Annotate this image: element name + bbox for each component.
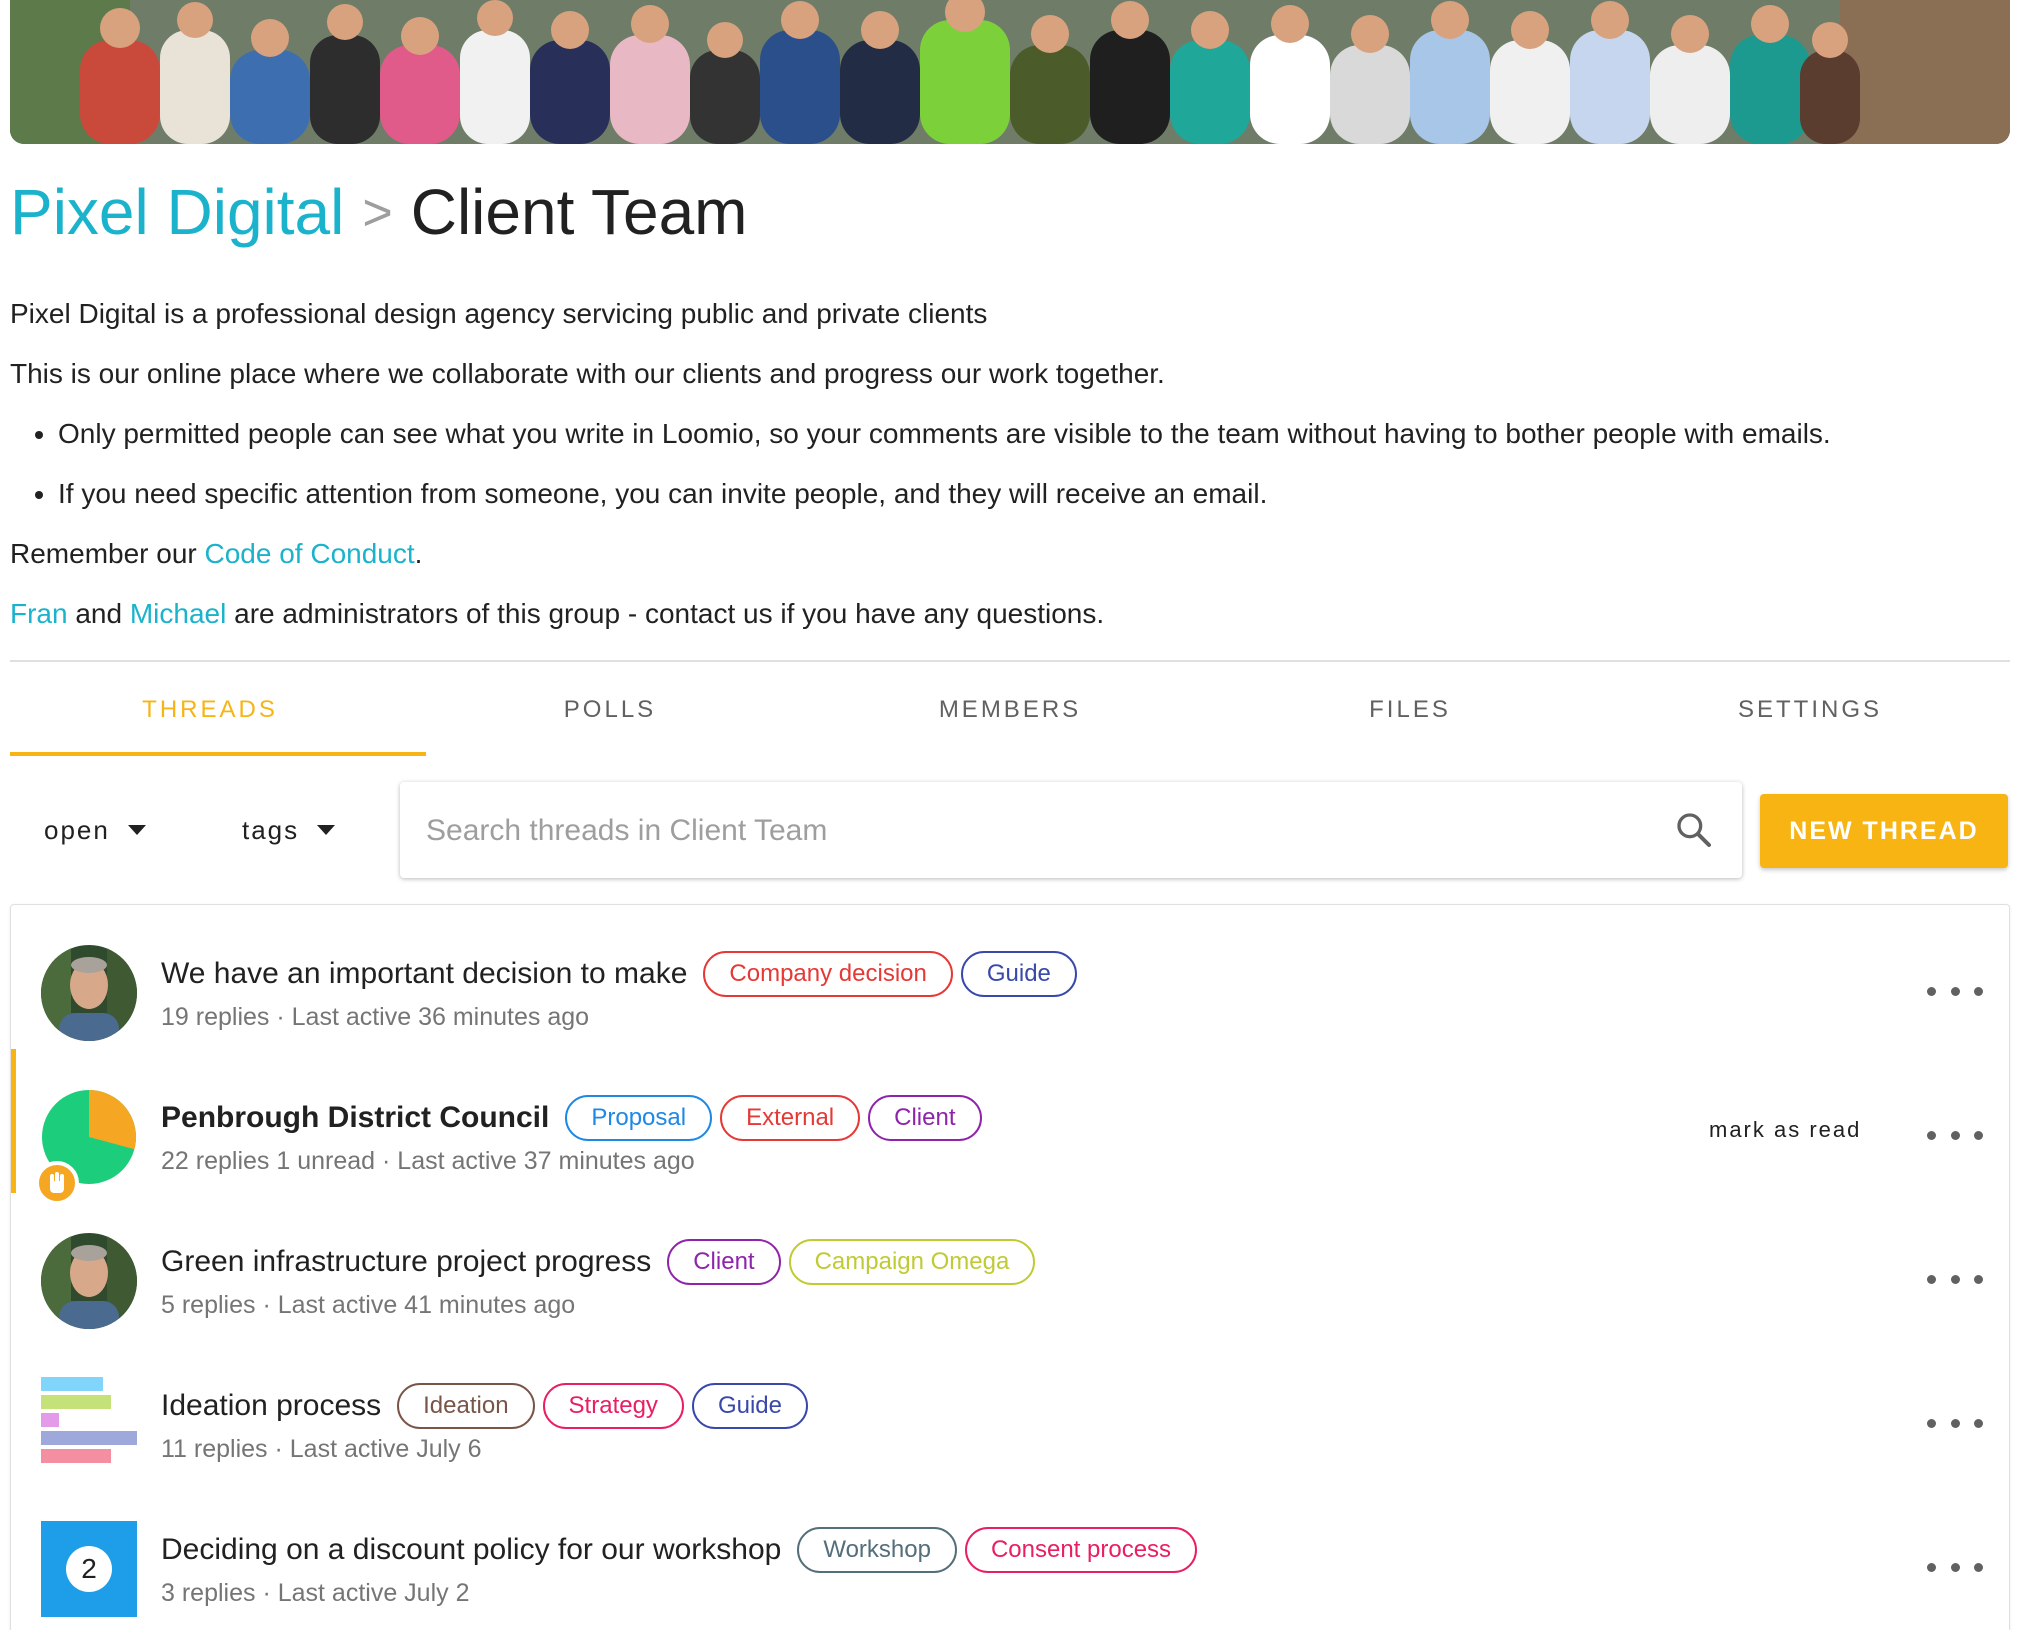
thread-meta: 11 replies · Last active July 6: [161, 1435, 482, 1464]
tag-chip[interactable]: Ideation: [397, 1383, 535, 1429]
admins-suffix: are administrators of this group - conta…: [226, 598, 1105, 629]
thread-search-box: [400, 782, 1742, 878]
admin-link-michael[interactable]: Michael: [130, 598, 226, 629]
last-active: · Last active July 6: [274, 1435, 482, 1463]
tag-chip[interactable]: Guide: [960, 951, 1077, 997]
thread-title-line: We have an important decision to make Co…: [161, 949, 1077, 999]
reply-count: 19 replies: [161, 1003, 270, 1031]
poll-bar-chart-icon: [41, 1377, 137, 1463]
breadcrumb-separator: >: [362, 184, 393, 242]
user-avatar: [41, 945, 137, 1041]
tag-chip[interactable]: Client: [667, 1239, 781, 1285]
user-avatar: [41, 1233, 137, 1329]
thread-title[interactable]: Green infrastructure project progress: [161, 1245, 651, 1279]
new-thread-button[interactable]: NEW THREAD: [1760, 794, 2008, 868]
tag-chip[interactable]: Proposal: [565, 1095, 713, 1141]
reply-count: 11 replies: [161, 1435, 268, 1463]
poll-score: 2: [66, 1546, 112, 1592]
description-bullet: If you need specific attention from some…: [58, 464, 2010, 524]
thread-title[interactable]: Ideation process: [161, 1389, 381, 1423]
reply-count: 5 replies: [161, 1291, 256, 1319]
status-filter-label: open: [44, 814, 110, 845]
tab-polls[interactable]: POLLS: [410, 662, 810, 758]
tag-chip[interactable]: Campaign Omega: [788, 1239, 1036, 1285]
thread-meta: 3 replies · Last active July 2: [161, 1579, 469, 1608]
last-active: · Last active 37 minutes ago: [382, 1147, 695, 1175]
group-cover-photo: [10, 0, 2010, 144]
tag-chip[interactable]: Client: [868, 1095, 982, 1141]
tags-filter-dropdown[interactable]: tags: [242, 800, 336, 860]
search-icon[interactable]: [1674, 810, 1714, 850]
description-bullets: Only permitted people can see what you w…: [10, 404, 2010, 524]
more-options-icon[interactable]: [1927, 1267, 1983, 1291]
more-options-icon[interactable]: [1927, 1411, 1983, 1435]
more-options-icon[interactable]: [1927, 1123, 1983, 1147]
description-line: This is our online place where we collab…: [10, 358, 1165, 389]
parent-group-link[interactable]: Pixel Digital: [10, 176, 344, 248]
score-poll-icon: 2: [41, 1521, 137, 1617]
page-title: Pixel Digital > Client Team: [10, 172, 747, 257]
tab-members[interactable]: MEMBERS: [810, 662, 1210, 758]
thread-row[interactable]: 2 Deciding on a discount policy for our …: [11, 1481, 2009, 1625]
thread-title-line: Penbrough District Council Proposal Exte…: [161, 1093, 982, 1143]
tab-files[interactable]: FILES: [1210, 662, 1610, 758]
reply-count: 3 replies: [161, 1579, 256, 1607]
conduct-line: Remember our Code of Conduct.: [10, 524, 2010, 584]
admin-link-fran[interactable]: Fran: [10, 598, 68, 629]
reply-count: 22 replies: [161, 1147, 270, 1175]
code-of-conduct-link[interactable]: Code of Conduct: [205, 538, 415, 569]
thread-row[interactable]: Green infrastructure project progress Cl…: [11, 1193, 2009, 1337]
tag-chip[interactable]: Guide: [691, 1383, 808, 1429]
thread-title[interactable]: Penbrough District Council: [161, 1101, 549, 1135]
description-line: Pixel Digital is a professional design a…: [10, 298, 988, 329]
description-bullet: Only permitted people can see what you w…: [58, 404, 2010, 464]
tag-chip[interactable]: Consent process: [964, 1527, 1198, 1573]
group-page: Pixel Digital > Client Team Pixel Digital …: [0, 0, 2025, 1630]
conduct-prefix: Remember our: [10, 538, 205, 569]
thread-title-line: Green infrastructure project progress Cl…: [161, 1237, 1036, 1287]
mark-as-read-button[interactable]: mark as read: [1709, 1117, 1861, 1143]
more-options-icon[interactable]: [1927, 979, 1983, 1003]
thread-meta: 22 replies 1 unread · Last active 37 min…: [161, 1147, 695, 1176]
tab-threads[interactable]: THREADS: [10, 662, 410, 758]
thread-row[interactable]: Penbrough District Council Proposal Exte…: [11, 1049, 2009, 1205]
tags-filter-label: tags: [242, 814, 300, 845]
group-description: Pixel Digital is a professional design a…: [10, 284, 2010, 644]
group-tabs: THREADS POLLS MEMBERS FILES SETTINGS: [10, 662, 2010, 758]
thread-title-line: Deciding on a discount policy for our wo…: [161, 1525, 1198, 1575]
unread-count: 1 unread: [276, 1147, 376, 1175]
last-active: · Last active 41 minutes ago: [262, 1291, 576, 1319]
thread-list: We have an important decision to make Co…: [10, 904, 2010, 1630]
thread-meta: 19 replies · Last active 36 minutes ago: [161, 1003, 589, 1032]
admins-and: and: [67, 598, 130, 629]
tag-chip[interactable]: Company decision: [703, 951, 953, 997]
tab-settings[interactable]: SETTINGS: [1610, 662, 2010, 758]
thread-row[interactable]: We have an important decision to make Co…: [11, 905, 2009, 1049]
thread-title-line: Ideation process Ideation Strategy Guide: [161, 1381, 808, 1431]
chevron-down-icon: [317, 825, 336, 835]
more-options-icon[interactable]: [1927, 1555, 1983, 1579]
thread-title[interactable]: We have an important decision to make: [161, 957, 687, 991]
last-active: · Last active July 2: [262, 1579, 470, 1607]
status-filter-dropdown[interactable]: open: [44, 800, 146, 860]
tag-chip[interactable]: Workshop: [797, 1527, 957, 1573]
tag-chip[interactable]: External: [720, 1095, 861, 1141]
conduct-suffix: .: [414, 538, 423, 569]
chevron-down-icon: [127, 825, 146, 835]
active-tab-indicator: [10, 752, 426, 756]
thread-meta: 5 replies · Last active 41 minutes ago: [161, 1291, 575, 1320]
thread-title[interactable]: Deciding on a discount policy for our wo…: [161, 1533, 781, 1567]
tag-chip[interactable]: Strategy: [542, 1383, 684, 1429]
group-name: Client Team: [410, 176, 748, 248]
admins-line: Fran and Michael are administrators of t…: [10, 584, 2010, 644]
thread-row[interactable]: Ideation process Ideation Strategy Guide…: [11, 1337, 2009, 1481]
last-active: · Last active 36 minutes ago: [276, 1003, 590, 1031]
search-input[interactable]: [424, 800, 1648, 862]
